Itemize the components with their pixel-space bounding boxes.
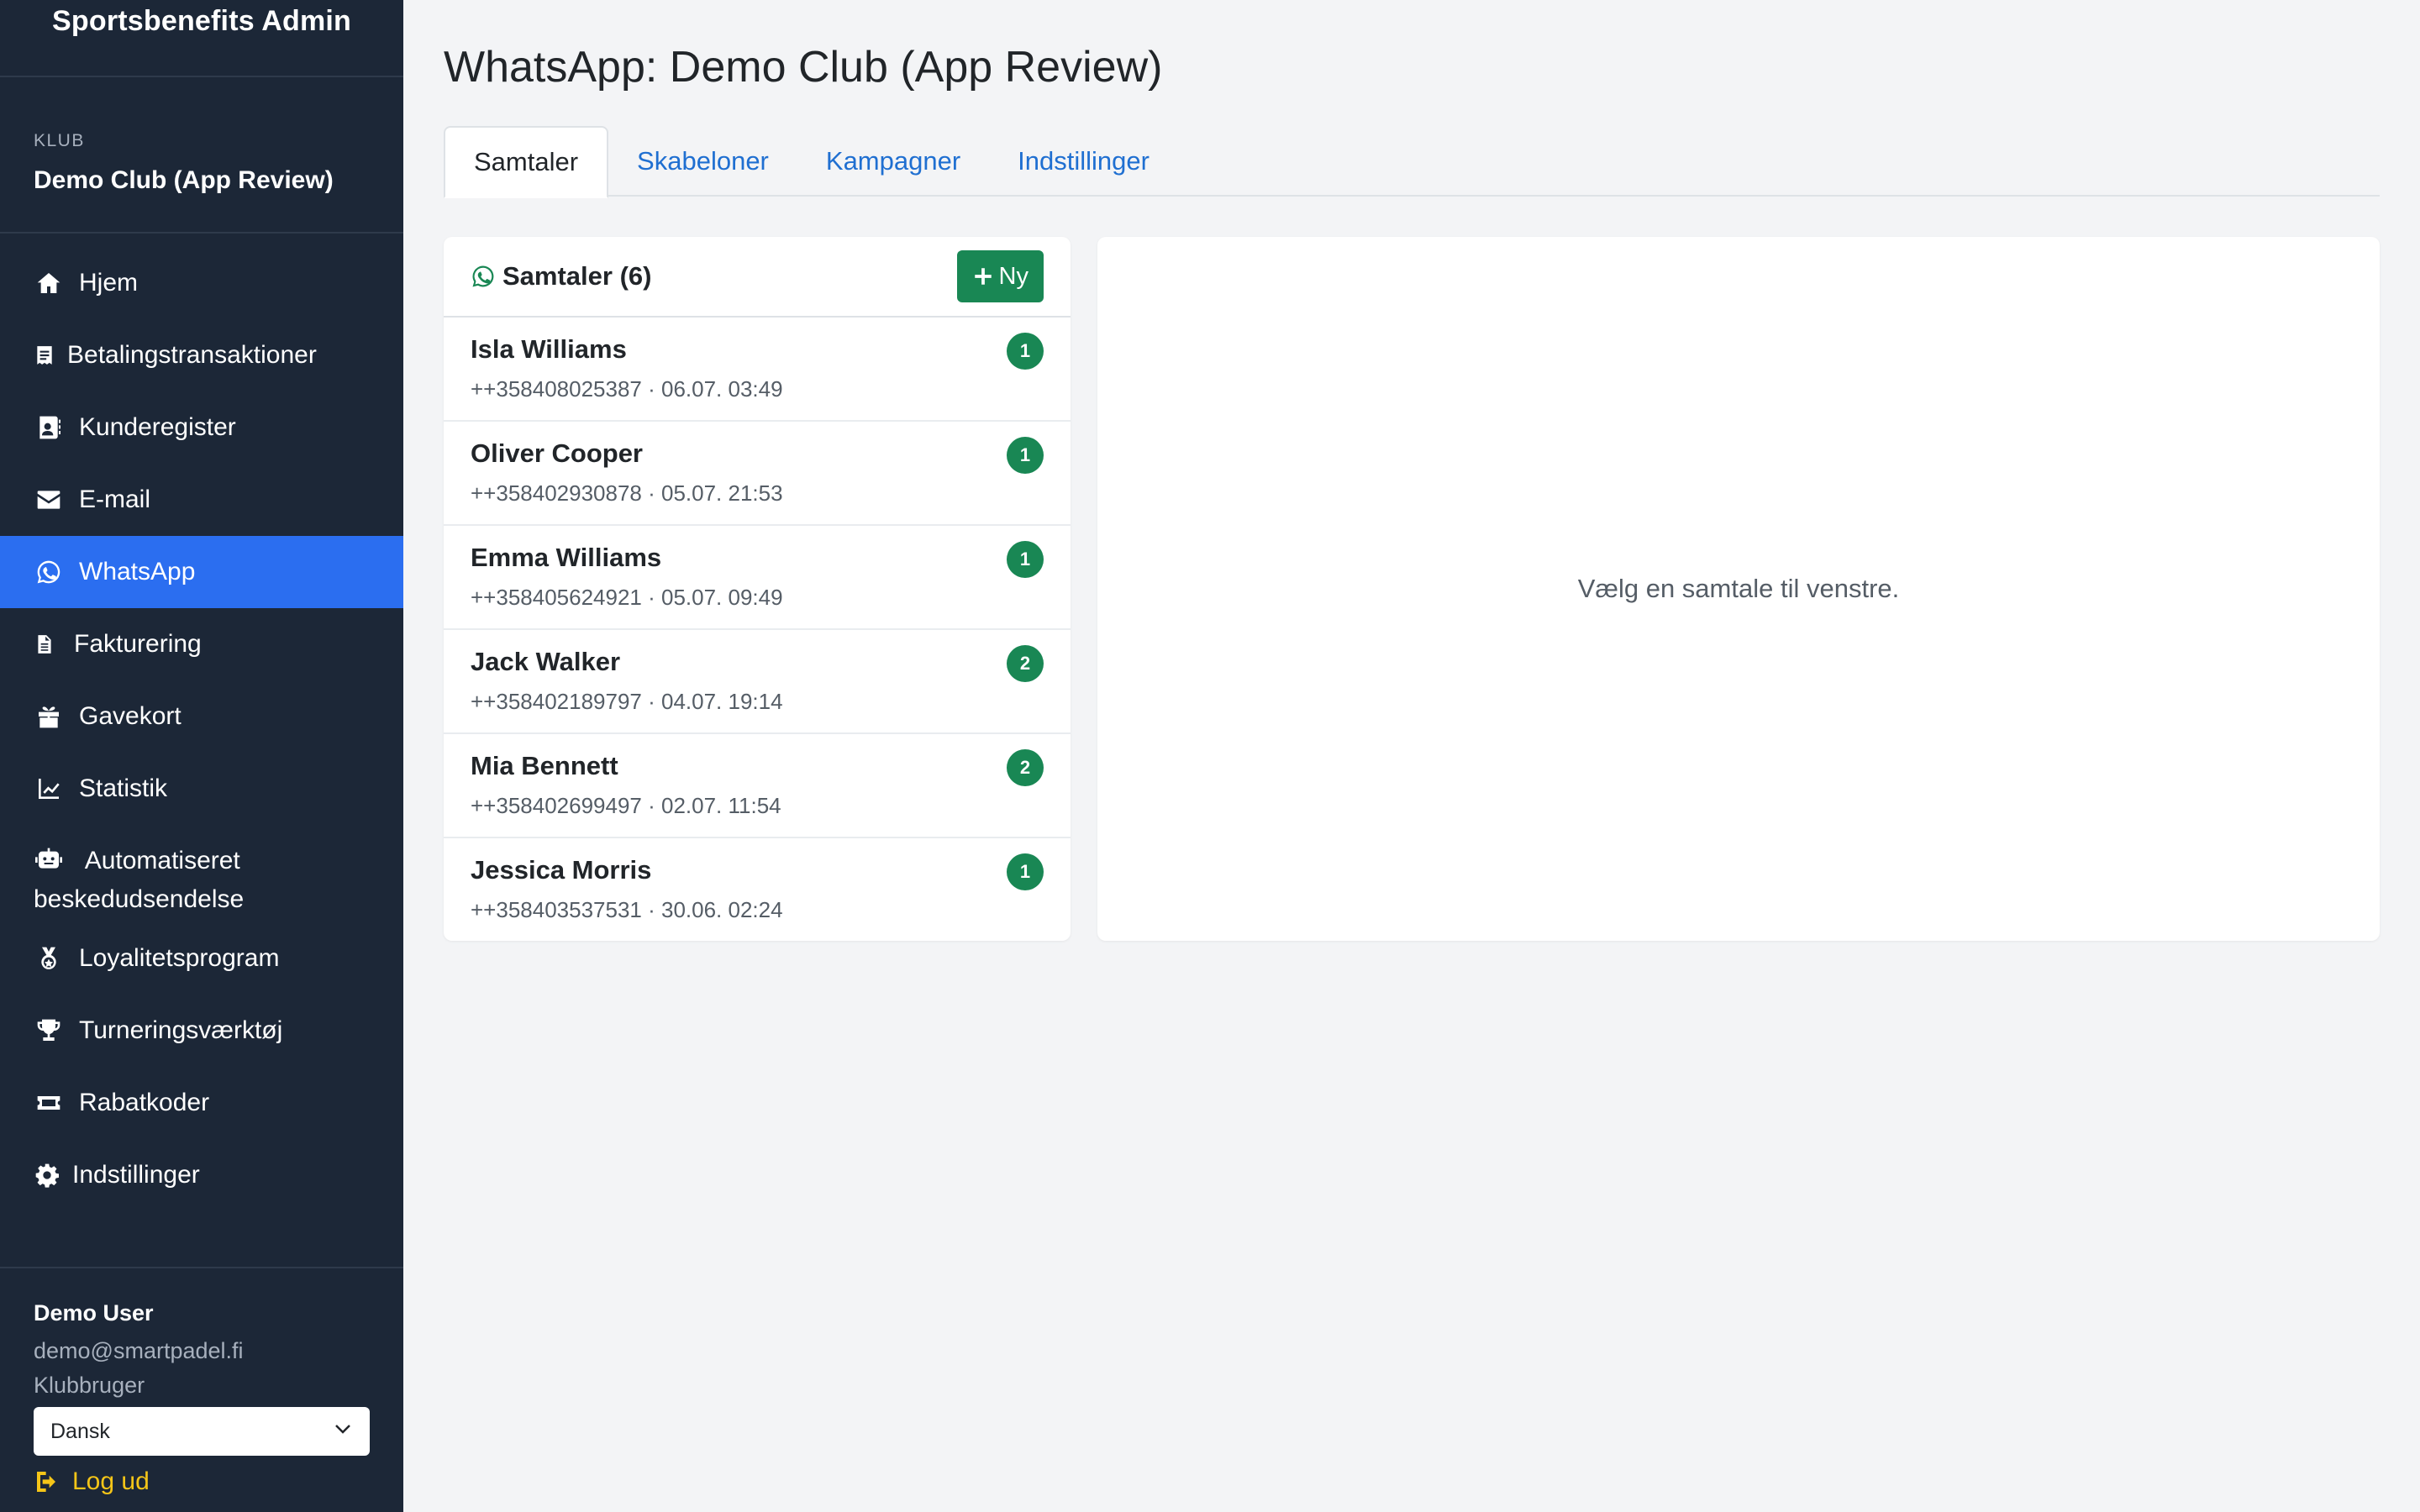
conversation-item[interactable]: Jack Walker ++358402189797 · 04.07. 19:1… [444,630,1071,734]
user-panel: Demo User demo@smartpadel.fi Klubbruger … [0,1267,403,1496]
sidebar-item-label: Automatiseret [84,847,240,874]
user-role: Klubbruger [34,1373,145,1398]
tab-samtaler[interactable]: Samtaler [444,126,609,198]
conversation-item[interactable]: Oliver Cooper ++358402930878 · 05.07. 21… [444,422,1071,526]
conversation-name: Oliver Cooper [471,438,643,468]
sidebar-item-label: Fakturering [74,630,202,658]
conversation-meta: ++358402189797 · 04.07. 19:14 [471,689,783,714]
trophy-icon [34,1016,64,1046]
brand-title: Sportsbenefits Admin [0,0,403,77]
sidebar-item-label-line2: beskedudsendelse [34,885,245,913]
conversation-meta: ++358402930878 · 05.07. 21:53 [471,480,783,506]
receipt-icon [34,340,55,370]
chevron-down-icon [333,1419,353,1445]
whatsapp-icon [34,557,64,587]
sidebar: Sportsbenefits Admin KLUB Demo Club (App… [0,0,403,1512]
conversation-meta: ++358408025387 · 06.07. 03:49 [471,376,783,402]
conversation-name: Mia Bennett [471,751,618,780]
sidebar-item-label: WhatsApp [79,558,196,585]
logout-icon [37,1472,55,1492]
whatsapp-icon [472,265,494,287]
unread-badge: 1 [1007,437,1044,474]
tab-indstillinger[interactable]: Indstillinger [989,126,1178,197]
sidebar-item-statistik[interactable]: Statistik [0,753,403,825]
main-content: WhatsApp: Demo Club (App Review) Samtale… [403,0,2420,1512]
unread-badge: 2 [1007,749,1044,786]
robot-icon [34,844,64,874]
language-selected: Dansk [50,1419,110,1443]
new-conversation-button[interactable]: Ny [956,250,1044,302]
conversation-name: Emma Williams [471,543,662,572]
club-name: Demo Club (App Review) [34,166,334,194]
line-chart-icon [34,774,64,804]
conversation-item[interactable]: Jessica Morris ++358403537531 · 30.06. 0… [444,838,1071,941]
conversation-meta: ++358405624921 · 05.07. 09:49 [471,585,783,610]
sidebar-item-label: Indstillinger [72,1161,200,1189]
unread-badge: 1 [1007,541,1044,578]
sidebar-item-turneringsvaerktoej[interactable]: Turneringsværktøj [0,995,403,1067]
sidebar-item-automatiseret-beskedudsendelse[interactable]: Automatiseret beskedudsendelse [0,825,403,922]
sidebar-item-label: Kunderegister [79,413,236,441]
sidebar-item-label: Rabatkoder [79,1089,210,1116]
sidebar-item-label: Gavekort [79,702,182,730]
tab-skabeloner[interactable]: Skabeloner [608,126,797,197]
medal-icon [34,943,64,974]
gear-icon [34,1160,60,1190]
empty-state-text: Vælg en samtale til venstre. [1577,574,1900,603]
conversation-name: Jessica Morris [471,855,652,885]
conversation-item[interactable]: Mia Bennett ++358402699497 · 02.07. 11:5… [444,734,1071,838]
conversation-list-title: Samtaler (6) [471,261,651,291]
tab-kampagner[interactable]: Kampagner [797,126,989,197]
sidebar-item-fakturering[interactable]: Fakturering [0,608,403,680]
sidebar-item-kunderegister[interactable]: Kunderegister [0,391,403,464]
sidebar-item-rabatkoder[interactable]: Rabatkoder [0,1067,403,1139]
sidebar-item-indstillinger[interactable]: Indstillinger [0,1139,403,1211]
conversation-list-title-text: Samtaler (6) [502,261,652,291]
sidebar-item-label: Turneringsværktøj [79,1016,283,1044]
sidebar-item-label: Hjem [79,269,139,297]
language-select[interactable]: Dansk [34,1407,370,1456]
user-name: Demo User [34,1300,154,1326]
sidebar-item-betalingstransaktioner[interactable]: Betalingstransaktioner [0,319,403,391]
conversation-name: Isla Williams [471,334,627,364]
conversation-item[interactable]: Isla Williams ++358408025387 · 06.07. 03… [444,318,1071,422]
contact-card-icon [34,412,64,443]
sidebar-item-hjem[interactable]: Hjem [0,247,403,319]
sidebar-item-label: Statistik [79,774,168,802]
ticket-icon [34,1088,64,1118]
conversation-detail-panel: Vælg en samtale til venstre. [1097,237,2380,941]
sidebar-item-whatsapp[interactable]: WhatsApp [0,536,403,608]
plus-icon [974,268,992,285]
club-block: KLUB Demo Club (App Review) [0,77,403,234]
conversation-meta: ++358403537531 · 30.06. 02:24 [471,897,783,922]
sidebar-item-label: Betalingstransaktioner [67,341,317,369]
conversation-list-header: Samtaler (6) Ny [444,237,1071,318]
conversation-item[interactable]: Emma Williams ++358405624921 · 05.07. 09… [444,526,1071,630]
unread-badge: 1 [1007,333,1044,370]
sidebar-item-label: Loyalitetsprogram [79,944,280,972]
sidebar-item-label: E-mail [79,486,151,513]
conversation-list-card: Samtaler (6) Ny Isla Williams ++35840802… [444,237,1071,941]
unread-badge: 1 [1007,853,1044,890]
new-conversation-label: Ny [998,262,1028,290]
sidebar-item-email[interactable]: E-mail [0,464,403,536]
unread-badge: 2 [1007,645,1044,682]
envelope-icon [34,485,64,515]
sidebar-item-loyalitetsprogram[interactable]: Loyalitetsprogram [0,922,403,995]
document-icon [34,629,55,659]
conversation-meta: ++358402699497 · 02.07. 11:54 [471,793,781,818]
sidebar-item-gavekort[interactable]: Gavekort [0,680,403,753]
logout-label: Log ud [72,1467,150,1495]
user-email: demo@smartpadel.fi [34,1338,244,1363]
club-caption: KLUB [34,131,85,150]
conversation-name: Jack Walker [471,647,621,676]
gift-icon [34,701,64,732]
page-title: WhatsApp: Demo Club (App Review) [444,43,1163,92]
tab-bar: Samtaler Skabeloner Kampagner Indstillin… [444,126,2380,198]
home-icon [34,268,64,298]
logout-link[interactable]: Log ud [34,1467,370,1496]
sidebar-nav: Hjem Betalingstransaktioner Kunderegiste… [0,234,403,1211]
